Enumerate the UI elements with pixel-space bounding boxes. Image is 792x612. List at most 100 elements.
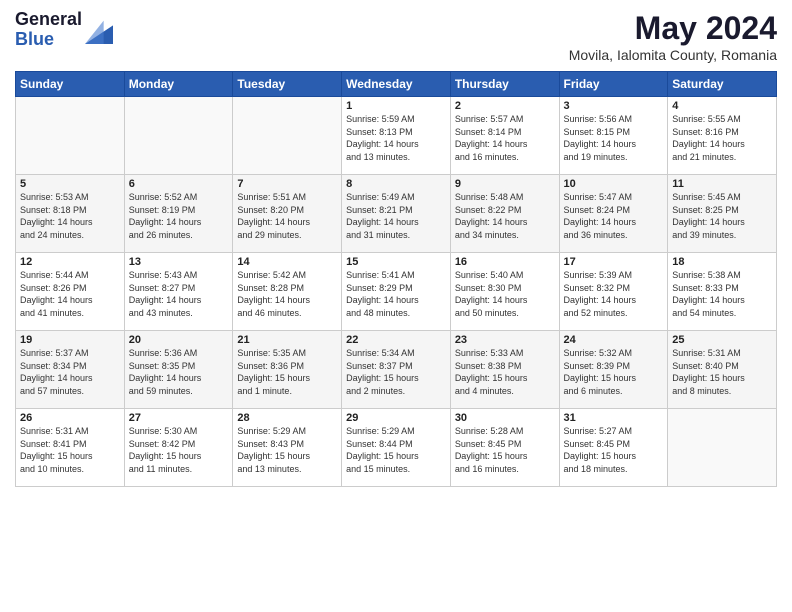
cell-3-2: 21Sunrise: 5:35 AM Sunset: 8:36 PM Dayli… (233, 331, 342, 409)
day-number-2-4: 16 (455, 256, 555, 268)
cell-1-3: 8Sunrise: 5:49 AM Sunset: 8:21 PM Daylig… (342, 175, 451, 253)
header-wednesday: Wednesday (342, 72, 451, 97)
day-info-1-2: Sunrise: 5:51 AM Sunset: 8:20 PM Dayligh… (237, 191, 337, 241)
cell-1-4: 9Sunrise: 5:48 AM Sunset: 8:22 PM Daylig… (450, 175, 559, 253)
week-row-4: 26Sunrise: 5:31 AM Sunset: 8:41 PM Dayli… (16, 409, 777, 487)
day-info-2-3: Sunrise: 5:41 AM Sunset: 8:29 PM Dayligh… (346, 269, 446, 319)
day-number-1-1: 6 (129, 178, 229, 190)
day-number-2-1: 13 (129, 256, 229, 268)
day-info-0-3: Sunrise: 5:59 AM Sunset: 8:13 PM Dayligh… (346, 113, 446, 163)
week-row-2: 12Sunrise: 5:44 AM Sunset: 8:26 PM Dayli… (16, 253, 777, 331)
day-info-4-3: Sunrise: 5:29 AM Sunset: 8:44 PM Dayligh… (346, 425, 446, 475)
cell-0-0 (16, 97, 125, 175)
day-number-3-4: 23 (455, 334, 555, 346)
cell-2-6: 18Sunrise: 5:38 AM Sunset: 8:33 PM Dayli… (668, 253, 777, 331)
title-block: May 2024 Movila, Ialomita County, Romani… (569, 10, 777, 63)
cell-3-0: 19Sunrise: 5:37 AM Sunset: 8:34 PM Dayli… (16, 331, 125, 409)
day-number-1-5: 10 (564, 178, 664, 190)
day-info-3-2: Sunrise: 5:35 AM Sunset: 8:36 PM Dayligh… (237, 347, 337, 397)
logo-icon (85, 16, 113, 44)
cell-3-1: 20Sunrise: 5:36 AM Sunset: 8:35 PM Dayli… (124, 331, 233, 409)
day-info-1-3: Sunrise: 5:49 AM Sunset: 8:21 PM Dayligh… (346, 191, 446, 241)
day-number-2-5: 17 (564, 256, 664, 268)
day-number-0-5: 3 (564, 100, 664, 112)
weekday-header-row: Sunday Monday Tuesday Wednesday Thursday… (16, 72, 777, 97)
day-number-2-2: 14 (237, 256, 337, 268)
day-info-4-4: Sunrise: 5:28 AM Sunset: 8:45 PM Dayligh… (455, 425, 555, 475)
day-number-0-6: 4 (672, 100, 772, 112)
day-number-1-3: 8 (346, 178, 446, 190)
cell-1-0: 5Sunrise: 5:53 AM Sunset: 8:18 PM Daylig… (16, 175, 125, 253)
week-row-3: 19Sunrise: 5:37 AM Sunset: 8:34 PM Dayli… (16, 331, 777, 409)
header-monday: Monday (124, 72, 233, 97)
day-info-4-5: Sunrise: 5:27 AM Sunset: 8:45 PM Dayligh… (564, 425, 664, 475)
month-year: May 2024 (569, 10, 777, 47)
day-number-1-6: 11 (672, 178, 772, 190)
page: General Blue May 2024 Movila, Ialomita C… (0, 0, 792, 612)
cell-1-6: 11Sunrise: 5:45 AM Sunset: 8:25 PM Dayli… (668, 175, 777, 253)
week-row-1: 5Sunrise: 5:53 AM Sunset: 8:18 PM Daylig… (16, 175, 777, 253)
day-info-4-1: Sunrise: 5:30 AM Sunset: 8:42 PM Dayligh… (129, 425, 229, 475)
day-info-2-6: Sunrise: 5:38 AM Sunset: 8:33 PM Dayligh… (672, 269, 772, 319)
week-row-0: 1Sunrise: 5:59 AM Sunset: 8:13 PM Daylig… (16, 97, 777, 175)
header-friday: Friday (559, 72, 668, 97)
cell-1-1: 6Sunrise: 5:52 AM Sunset: 8:19 PM Daylig… (124, 175, 233, 253)
day-number-3-1: 20 (129, 334, 229, 346)
day-info-0-5: Sunrise: 5:56 AM Sunset: 8:15 PM Dayligh… (564, 113, 664, 163)
cell-4-4: 30Sunrise: 5:28 AM Sunset: 8:45 PM Dayli… (450, 409, 559, 487)
cell-3-6: 25Sunrise: 5:31 AM Sunset: 8:40 PM Dayli… (668, 331, 777, 409)
day-info-1-1: Sunrise: 5:52 AM Sunset: 8:19 PM Dayligh… (129, 191, 229, 241)
cell-2-2: 14Sunrise: 5:42 AM Sunset: 8:28 PM Dayli… (233, 253, 342, 331)
day-info-2-1: Sunrise: 5:43 AM Sunset: 8:27 PM Dayligh… (129, 269, 229, 319)
day-info-1-5: Sunrise: 5:47 AM Sunset: 8:24 PM Dayligh… (564, 191, 664, 241)
day-info-3-6: Sunrise: 5:31 AM Sunset: 8:40 PM Dayligh… (672, 347, 772, 397)
day-info-4-0: Sunrise: 5:31 AM Sunset: 8:41 PM Dayligh… (20, 425, 120, 475)
cell-0-5: 3Sunrise: 5:56 AM Sunset: 8:15 PM Daylig… (559, 97, 668, 175)
cell-2-0: 12Sunrise: 5:44 AM Sunset: 8:26 PM Dayli… (16, 253, 125, 331)
location: Movila, Ialomita County, Romania (569, 47, 777, 63)
day-number-4-3: 29 (346, 412, 446, 424)
day-number-4-5: 31 (564, 412, 664, 424)
cell-0-6: 4Sunrise: 5:55 AM Sunset: 8:16 PM Daylig… (668, 97, 777, 175)
day-info-2-4: Sunrise: 5:40 AM Sunset: 8:30 PM Dayligh… (455, 269, 555, 319)
day-number-4-0: 26 (20, 412, 120, 424)
day-info-2-0: Sunrise: 5:44 AM Sunset: 8:26 PM Dayligh… (20, 269, 120, 319)
cell-4-1: 27Sunrise: 5:30 AM Sunset: 8:42 PM Dayli… (124, 409, 233, 487)
cell-4-6 (668, 409, 777, 487)
cell-3-5: 24Sunrise: 5:32 AM Sunset: 8:39 PM Dayli… (559, 331, 668, 409)
cell-4-3: 29Sunrise: 5:29 AM Sunset: 8:44 PM Dayli… (342, 409, 451, 487)
cell-2-1: 13Sunrise: 5:43 AM Sunset: 8:27 PM Dayli… (124, 253, 233, 331)
cell-0-1 (124, 97, 233, 175)
day-number-2-0: 12 (20, 256, 120, 268)
day-number-4-1: 27 (129, 412, 229, 424)
cell-4-2: 28Sunrise: 5:29 AM Sunset: 8:43 PM Dayli… (233, 409, 342, 487)
day-number-3-3: 22 (346, 334, 446, 346)
cell-2-3: 15Sunrise: 5:41 AM Sunset: 8:29 PM Dayli… (342, 253, 451, 331)
day-info-4-2: Sunrise: 5:29 AM Sunset: 8:43 PM Dayligh… (237, 425, 337, 475)
header-tuesday: Tuesday (233, 72, 342, 97)
calendar-table: Sunday Monday Tuesday Wednesday Thursday… (15, 71, 777, 487)
day-number-3-0: 19 (20, 334, 120, 346)
cell-0-3: 1Sunrise: 5:59 AM Sunset: 8:13 PM Daylig… (342, 97, 451, 175)
day-number-2-3: 15 (346, 256, 446, 268)
day-number-1-4: 9 (455, 178, 555, 190)
day-number-1-2: 7 (237, 178, 337, 190)
cell-1-5: 10Sunrise: 5:47 AM Sunset: 8:24 PM Dayli… (559, 175, 668, 253)
cell-4-5: 31Sunrise: 5:27 AM Sunset: 8:45 PM Dayli… (559, 409, 668, 487)
day-number-0-4: 2 (455, 100, 555, 112)
day-number-0-3: 1 (346, 100, 446, 112)
cell-4-0: 26Sunrise: 5:31 AM Sunset: 8:41 PM Dayli… (16, 409, 125, 487)
day-info-3-3: Sunrise: 5:34 AM Sunset: 8:37 PM Dayligh… (346, 347, 446, 397)
day-number-4-4: 30 (455, 412, 555, 424)
day-info-3-0: Sunrise: 5:37 AM Sunset: 8:34 PM Dayligh… (20, 347, 120, 397)
day-number-4-2: 28 (237, 412, 337, 424)
day-number-3-2: 21 (237, 334, 337, 346)
cell-3-4: 23Sunrise: 5:33 AM Sunset: 8:38 PM Dayli… (450, 331, 559, 409)
logo-text: General Blue (15, 10, 82, 50)
cell-0-2 (233, 97, 342, 175)
day-number-3-6: 25 (672, 334, 772, 346)
cell-1-2: 7Sunrise: 5:51 AM Sunset: 8:20 PM Daylig… (233, 175, 342, 253)
day-info-2-2: Sunrise: 5:42 AM Sunset: 8:28 PM Dayligh… (237, 269, 337, 319)
day-info-0-4: Sunrise: 5:57 AM Sunset: 8:14 PM Dayligh… (455, 113, 555, 163)
cell-2-4: 16Sunrise: 5:40 AM Sunset: 8:30 PM Dayli… (450, 253, 559, 331)
